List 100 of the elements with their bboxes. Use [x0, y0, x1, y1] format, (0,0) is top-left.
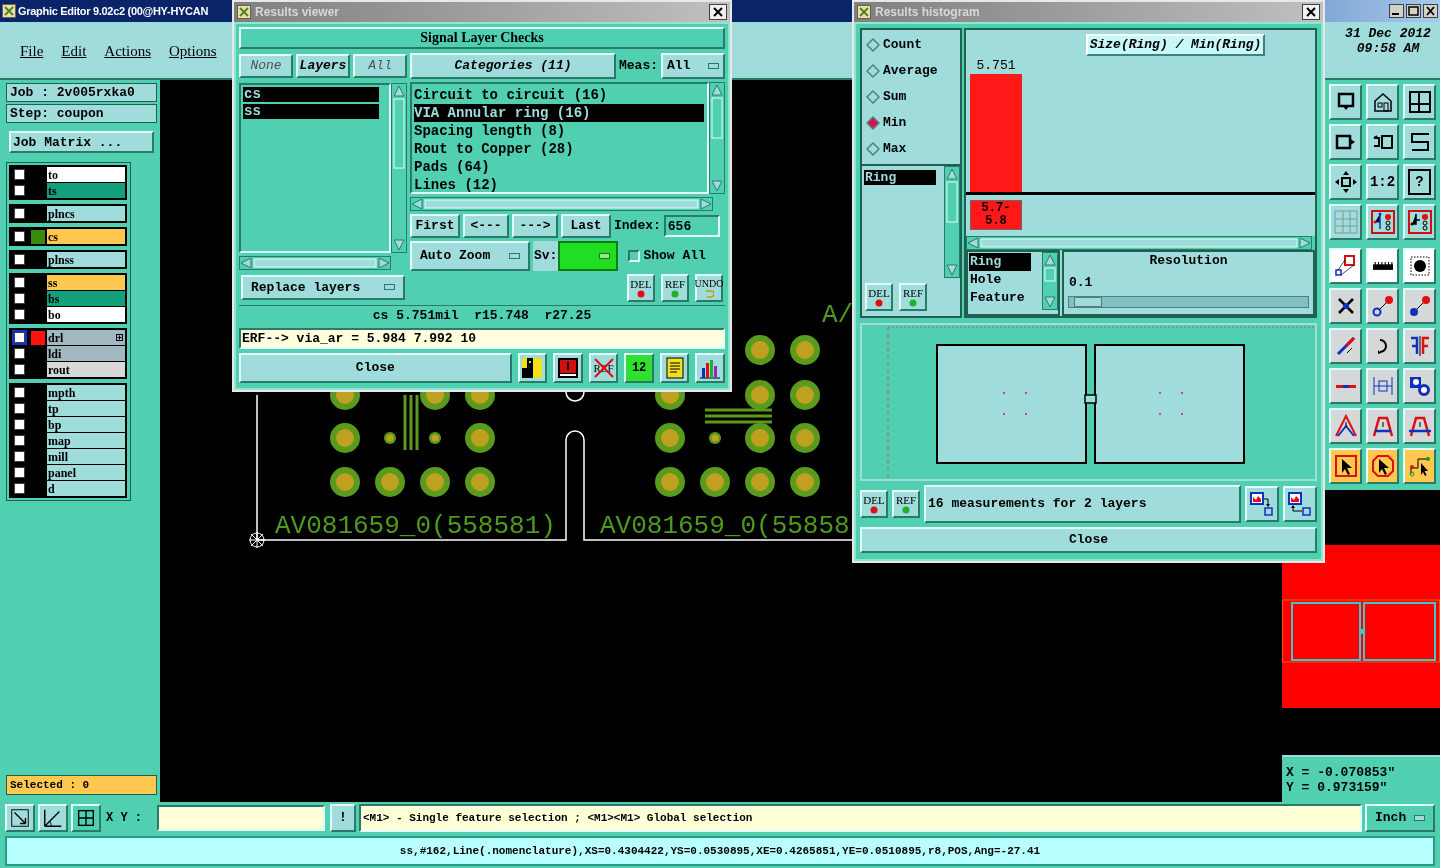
list-item[interactable]: Lines (12): [414, 176, 704, 194]
list-item[interactable]: Ring: [969, 253, 1031, 271]
expand-icon[interactable]: [116, 334, 123, 341]
checkbox[interactable]: [14, 348, 25, 359]
menu-item[interactable]: Actions: [104, 39, 151, 63]
undo-button[interactable]: UNDO: [695, 274, 723, 302]
scrollbar[interactable]: [709, 82, 725, 194]
nav-button[interactable]: <---: [463, 214, 509, 238]
radio-option[interactable]: Sum: [862, 87, 960, 107]
tool-button[interactable]: REF: [661, 274, 689, 302]
radio-option[interactable]: Average: [862, 61, 960, 81]
filter-button[interactable]: All: [353, 54, 407, 78]
tool-button[interactable]: DEL: [860, 490, 888, 518]
layer-item[interactable]: plncs: [47, 206, 125, 221]
layer-item[interactable]: bs: [47, 291, 125, 306]
tool-button[interactable]: [1403, 124, 1436, 160]
list-item[interactable]: Ring: [864, 170, 936, 185]
checkbox[interactable]: [14, 467, 25, 478]
tool-button[interactable]: [695, 353, 725, 383]
tool-button[interactable]: [1403, 368, 1436, 404]
radio-option[interactable]: Count: [862, 35, 960, 55]
close-icon[interactable]: [709, 4, 727, 20]
layer-item[interactable]: map: [47, 433, 125, 448]
tool-button[interactable]: [5, 804, 35, 832]
layer-item[interactable]: rout: [47, 362, 125, 377]
meas-dropdown[interactable]: All: [661, 53, 725, 79]
layer-item[interactable]: mpth: [47, 385, 125, 400]
units-dropdown[interactable]: Inch: [1365, 804, 1435, 832]
tool-button[interactable]: [1283, 486, 1317, 522]
tool-button[interactable]: [1366, 84, 1399, 120]
checkbox[interactable]: [14, 435, 25, 446]
xy-input-field[interactable]: [157, 805, 325, 831]
checkbox[interactable]: [14, 483, 25, 494]
layer-item[interactable]: tp: [47, 401, 125, 416]
filter-button[interactable]: Layers: [296, 54, 350, 78]
replace-layers-dropdown[interactable]: Replace layers: [241, 274, 405, 300]
tool-button[interactable]: [1366, 124, 1399, 160]
maximize-icon[interactable]: [1406, 4, 1421, 18]
tool-button[interactable]: [1329, 448, 1362, 484]
tool-button[interactable]: [1366, 448, 1399, 484]
close-button[interactable]: Close: [239, 353, 512, 383]
layer-item[interactable]: drl: [47, 330, 125, 345]
tool-button[interactable]: [1403, 204, 1436, 240]
tool-button[interactable]: DEL: [865, 283, 893, 311]
tool-button[interactable]: ?: [1403, 164, 1436, 200]
list-item[interactable]: Feature: [969, 289, 1041, 307]
job-matrix-button[interactable]: Job Matrix ...: [9, 131, 154, 153]
layer-item[interactable]: bo: [47, 307, 125, 322]
resolution-slider[interactable]: [1068, 296, 1309, 308]
tool-button[interactable]: [1403, 84, 1436, 120]
tool-button[interactable]: REF: [892, 490, 920, 518]
show-all-checkbox[interactable]: Show All: [628, 246, 706, 266]
categories-button[interactable]: Categories (11): [410, 53, 616, 79]
tool-button[interactable]: [1329, 84, 1362, 120]
scrollbar[interactable]: [410, 197, 713, 211]
layer-item[interactable]: mill: [47, 449, 125, 464]
checkbox[interactable]: [14, 169, 25, 180]
checkbox[interactable]: [14, 419, 25, 430]
layer-item[interactable]: plnss: [47, 252, 125, 267]
list-item[interactable]: Hole: [969, 271, 1041, 289]
tool-button[interactable]: [1329, 328, 1362, 364]
checkbox[interactable]: [14, 309, 25, 320]
tool-button[interactable]: [1329, 408, 1362, 444]
list-item[interactable]: VIA Annular ring (16): [414, 104, 704, 122]
tool-button[interactable]: [1329, 124, 1362, 160]
radio-option[interactable]: Min: [862, 113, 960, 133]
layer-item[interactable]: bp: [47, 417, 125, 432]
tool-button[interactable]: 12: [624, 353, 654, 383]
close-icon[interactable]: [1302, 4, 1320, 20]
scrollbar[interactable]: [966, 236, 1312, 250]
slider-thumb[interactable]: [1073, 297, 1102, 307]
list-item[interactable]: Pads (64): [414, 158, 704, 176]
radio-option[interactable]: Max: [862, 139, 960, 159]
auto-zoom-dropdown[interactable]: Auto Zoom: [410, 241, 530, 271]
tool-button[interactable]: [1245, 486, 1279, 522]
index-field[interactable]: 656: [663, 215, 720, 237]
nav-button[interactable]: First: [410, 214, 460, 238]
menu-item[interactable]: Edit: [61, 39, 87, 63]
tool-button[interactable]: [1403, 248, 1436, 284]
checkbox[interactable]: [14, 387, 25, 398]
menu-item[interactable]: File: [20, 39, 44, 63]
menu-item[interactable]: Options: [169, 39, 217, 63]
minimize-icon[interactable]: [1389, 4, 1404, 18]
checkbox[interactable]: [14, 254, 25, 265]
tool-button[interactable]: [1403, 408, 1436, 444]
checkbox[interactable]: [14, 185, 25, 196]
list-item[interactable]: Circuit to circuit (16): [414, 86, 704, 104]
layer-item[interactable]: ss: [47, 275, 125, 290]
layer-item[interactable]: ldi: [47, 346, 125, 361]
severity-dropdown[interactable]: [558, 241, 619, 271]
nav-button[interactable]: --->: [512, 214, 558, 238]
tool-button[interactable]: [517, 353, 548, 383]
tool-button[interactable]: [1366, 328, 1399, 364]
checkbox[interactable]: [14, 364, 25, 375]
layer-item[interactable]: to: [47, 167, 125, 182]
tool-button[interactable]: [1329, 164, 1362, 200]
nav-button[interactable]: Last: [561, 214, 611, 238]
list-item[interactable]: Rout to Copper (28): [414, 140, 704, 158]
layer-item[interactable]: d: [47, 481, 125, 496]
warning-button[interactable]: !: [330, 804, 356, 832]
